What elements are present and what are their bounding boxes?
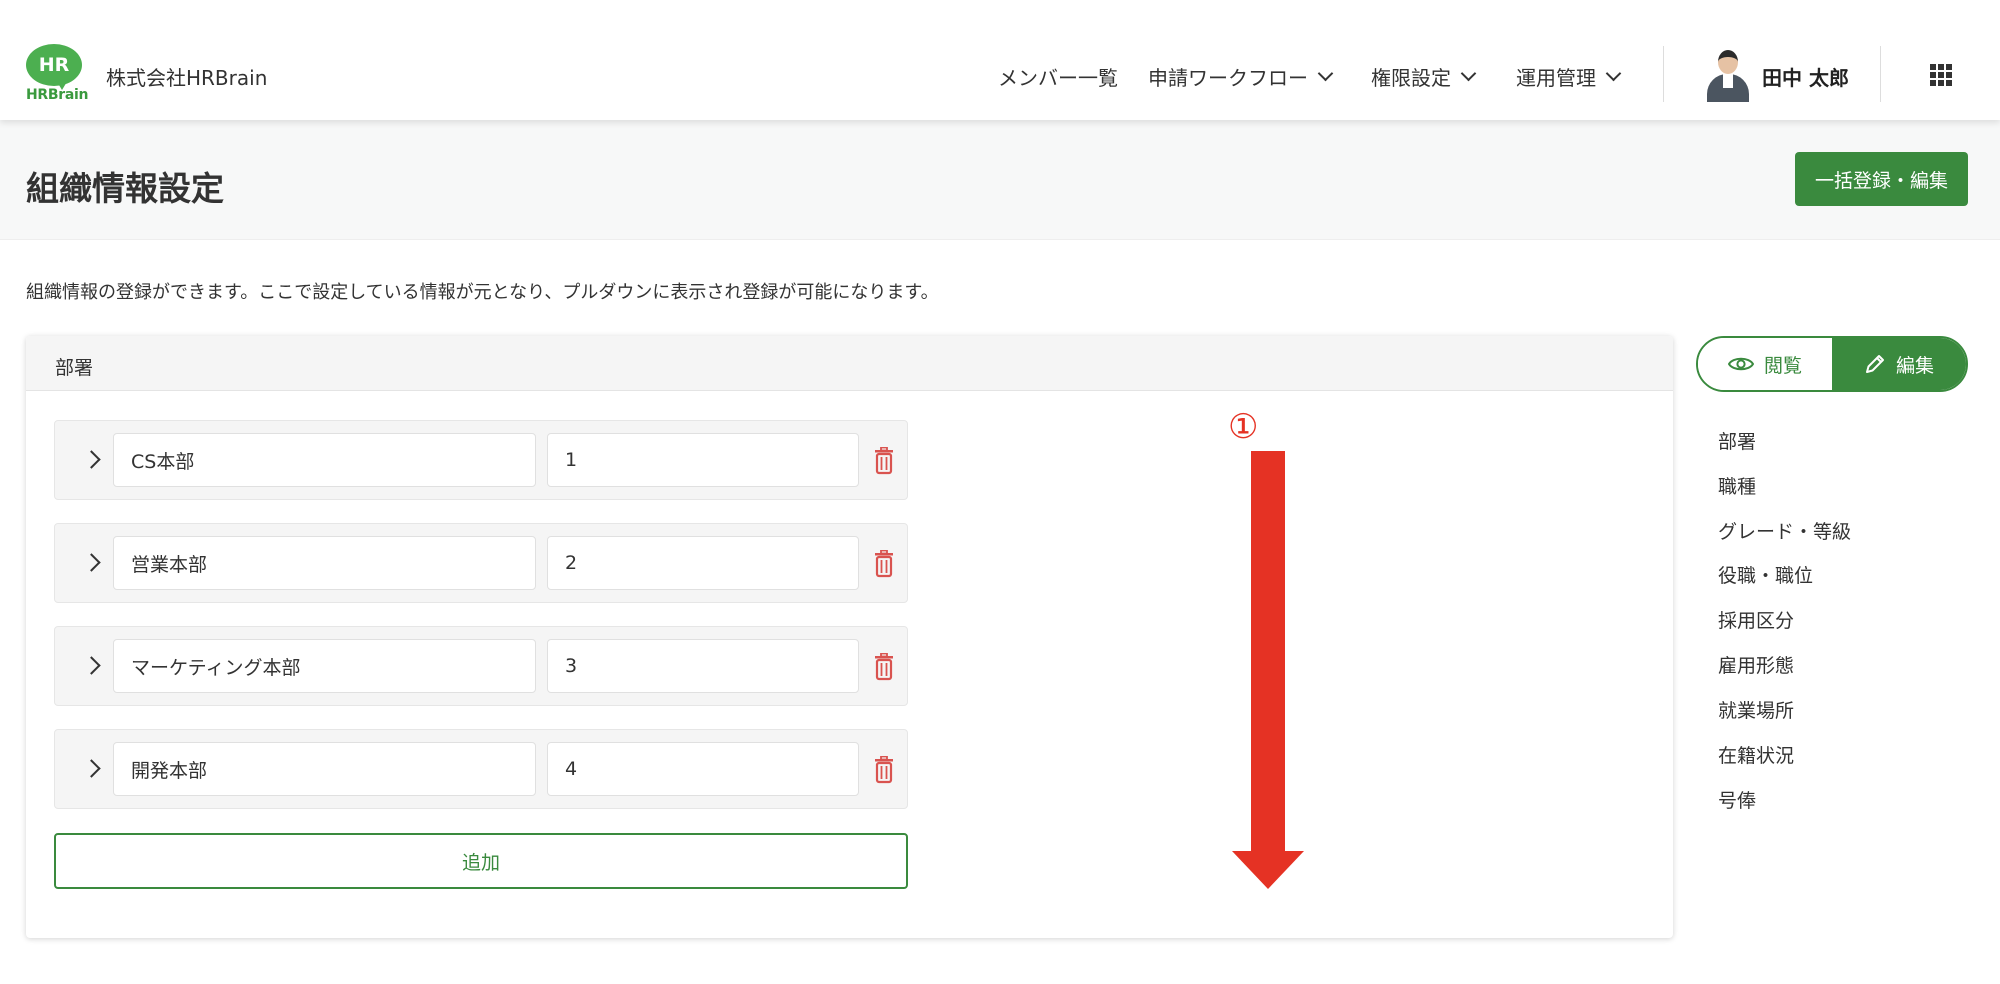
page-title: 組織情報設定 bbox=[26, 169, 224, 208]
side-menu-item[interactable]: グレード・等級 bbox=[1718, 517, 1851, 544]
chevron-right-icon[interactable] bbox=[82, 656, 101, 675]
department-name-input[interactable]: 開発本部 bbox=[113, 742, 536, 796]
nav-workflow-label: 申請ワークフロー bbox=[1148, 66, 1308, 90]
list-item: 開発本部 4 bbox=[54, 729, 908, 809]
department-code-input[interactable]: 1 bbox=[547, 433, 859, 487]
add-button[interactable]: 追加 bbox=[54, 833, 908, 889]
side-menu-item[interactable]: 号俸 bbox=[1718, 786, 1756, 813]
view-mode-button[interactable]: 閲覧 bbox=[1698, 338, 1832, 390]
user-name[interactable]: 田中 太郎 bbox=[1762, 62, 1849, 91]
logo-bubble: HR bbox=[26, 44, 82, 86]
bulk-edit-button[interactable]: 一括登録・編集 bbox=[1795, 152, 1968, 206]
nav-member-list[interactable]: メンバー一覧 bbox=[998, 62, 1118, 91]
side-menu-item[interactable]: 雇用形態 bbox=[1718, 651, 1794, 678]
logo-text: HRBrain bbox=[26, 87, 89, 103]
list-item: CS本部 1 bbox=[54, 420, 908, 500]
side-menu-item[interactable]: 役職・職位 bbox=[1718, 561, 1813, 588]
header-divider bbox=[1880, 46, 1881, 102]
card-title: 部署 bbox=[55, 357, 94, 379]
edit-mode-button[interactable]: 編集 bbox=[1832, 338, 1966, 390]
department-name-input[interactable]: CS本部 bbox=[113, 433, 536, 487]
eye-icon bbox=[1727, 357, 1754, 371]
pencil-icon bbox=[1865, 355, 1884, 373]
chevron-right-icon[interactable] bbox=[82, 759, 101, 778]
list-item: マーケティング本部 3 bbox=[54, 626, 908, 706]
title-band bbox=[0, 120, 2000, 240]
top-header: HR HRBrain 株式会社HRBrain メンバー一覧 申請ワークフロー 権… bbox=[0, 0, 2000, 120]
nav-member-list-label: メンバー一覧 bbox=[998, 66, 1118, 90]
edit-mode-label: 編集 bbox=[1895, 354, 1934, 377]
page-description: 組織情報の登録ができます。ここで設定している情報が元となり、プルダウンに表示され… bbox=[26, 282, 939, 303]
department-card: 部署 CS本部 1 営業本部 2 マーケティング本部 3 開発本部 4 追加 bbox=[26, 336, 1673, 938]
department-name-input[interactable]: 営業本部 bbox=[113, 536, 536, 590]
department-name-input[interactable]: マーケティング本部 bbox=[113, 639, 536, 693]
hrbrain-logo[interactable]: HR HRBrain bbox=[26, 44, 88, 104]
side-menu-item[interactable]: 採用区分 bbox=[1718, 606, 1794, 633]
avatar-head bbox=[1718, 50, 1738, 74]
view-mode-label: 閲覧 bbox=[1763, 354, 1802, 377]
avatar[interactable] bbox=[1705, 50, 1751, 102]
nav-operations-label: 運用管理 bbox=[1516, 66, 1596, 90]
nav-permissions-label: 権限設定 bbox=[1371, 66, 1451, 90]
chevron-right-icon[interactable] bbox=[82, 553, 101, 572]
chevron-down-icon bbox=[1605, 65, 1622, 82]
department-code-input[interactable]: 3 bbox=[547, 639, 859, 693]
trash-icon[interactable] bbox=[873, 653, 895, 681]
side-menu-item[interactable]: 在籍状況 bbox=[1718, 741, 1794, 768]
side-menu-item[interactable]: 職種 bbox=[1718, 472, 1756, 499]
company-name: 株式会社HRBrain bbox=[106, 66, 268, 90]
chevron-right-icon[interactable] bbox=[82, 450, 101, 469]
side-menu-item[interactable]: 部署 bbox=[1718, 427, 1756, 454]
nav-operations[interactable]: 運用管理 bbox=[1516, 62, 1622, 91]
chevron-down-icon bbox=[1460, 65, 1477, 82]
trash-icon[interactable] bbox=[873, 756, 895, 784]
side-menu-item[interactable]: 就業場所 bbox=[1718, 696, 1794, 723]
annotation-number: ① bbox=[1228, 407, 1259, 447]
list-item: 営業本部 2 bbox=[54, 523, 908, 603]
view-edit-toggle: 閲覧 編集 bbox=[1696, 336, 1968, 392]
department-code-input[interactable]: 4 bbox=[547, 742, 859, 796]
chevron-down-icon bbox=[1317, 65, 1334, 82]
header-divider bbox=[1663, 46, 1664, 102]
card-header: 部署 bbox=[26, 336, 1673, 391]
nav-permissions[interactable]: 権限設定 bbox=[1371, 62, 1477, 91]
avatar-collar bbox=[1723, 74, 1733, 88]
trash-icon[interactable] bbox=[873, 550, 895, 578]
nav-workflow[interactable]: 申請ワークフロー bbox=[1148, 62, 1334, 91]
arrow-down-icon bbox=[1232, 451, 1304, 889]
trash-icon[interactable] bbox=[873, 447, 895, 475]
department-code-input[interactable]: 2 bbox=[547, 536, 859, 590]
grid-icon[interactable] bbox=[1930, 64, 1952, 86]
